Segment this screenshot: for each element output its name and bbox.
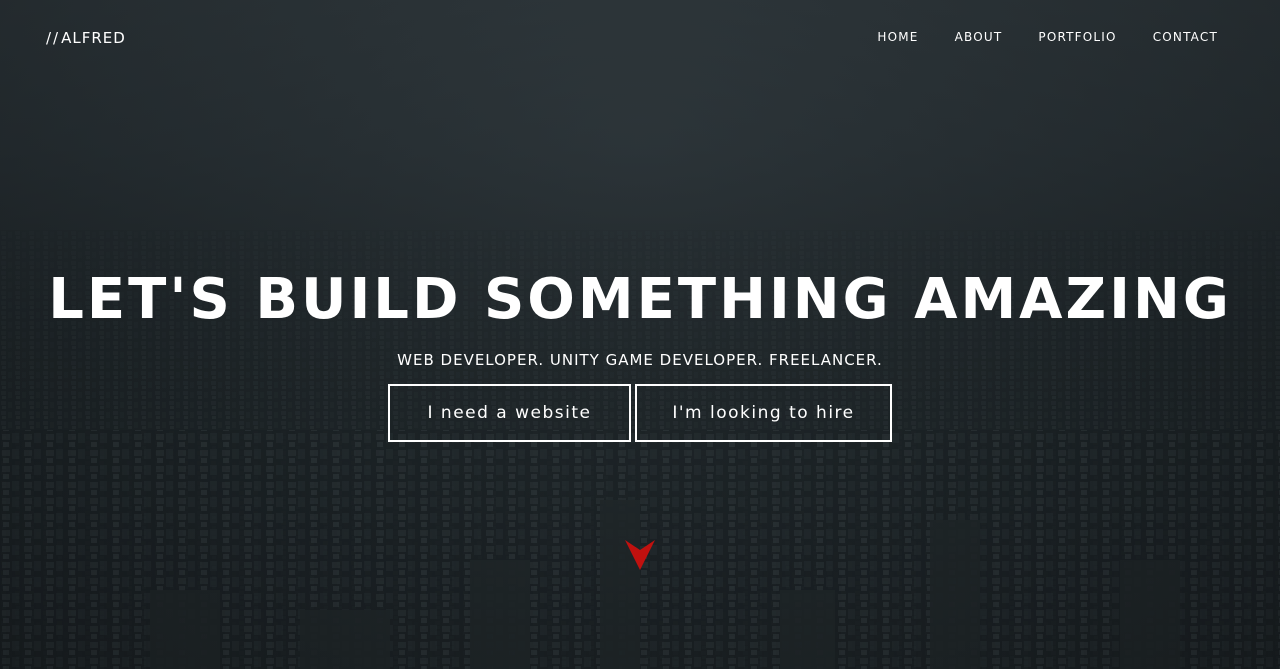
main-nav: HOME ABOUT PORTFOLIO CONTACT bbox=[841, 30, 1218, 44]
nav-portfolio[interactable]: PORTFOLIO bbox=[1038, 30, 1116, 44]
looking-to-hire-label: I'm looking to hire bbox=[672, 403, 855, 423]
cta-buttons: I need a website I'm looking to hire bbox=[388, 384, 892, 442]
chevron-down-icon[interactable] bbox=[625, 538, 655, 570]
hero-subheadline: WEB DEVELOPER. UNITY GAME DEVELOPER. FRE… bbox=[397, 351, 883, 369]
nav-contact[interactable]: CONTACT bbox=[1153, 30, 1218, 44]
hero-headline: LET'S BUILD SOMETHING AMAZING bbox=[48, 267, 1232, 332]
site-logo[interactable]: //ALFRED bbox=[46, 29, 126, 47]
hero-section: //ALFRED HOME ABOUT PORTFOLIO CONTACT LE… bbox=[0, 0, 1280, 669]
need-website-button[interactable]: I need a website bbox=[388, 384, 631, 442]
nav-home[interactable]: HOME bbox=[877, 30, 918, 44]
need-website-label: I need a website bbox=[427, 403, 592, 423]
nav-about[interactable]: ABOUT bbox=[955, 30, 1003, 44]
looking-to-hire-button[interactable]: I'm looking to hire bbox=[635, 384, 892, 442]
logo-text: ALFRED bbox=[61, 29, 126, 47]
logo-slashes: // bbox=[46, 29, 61, 47]
